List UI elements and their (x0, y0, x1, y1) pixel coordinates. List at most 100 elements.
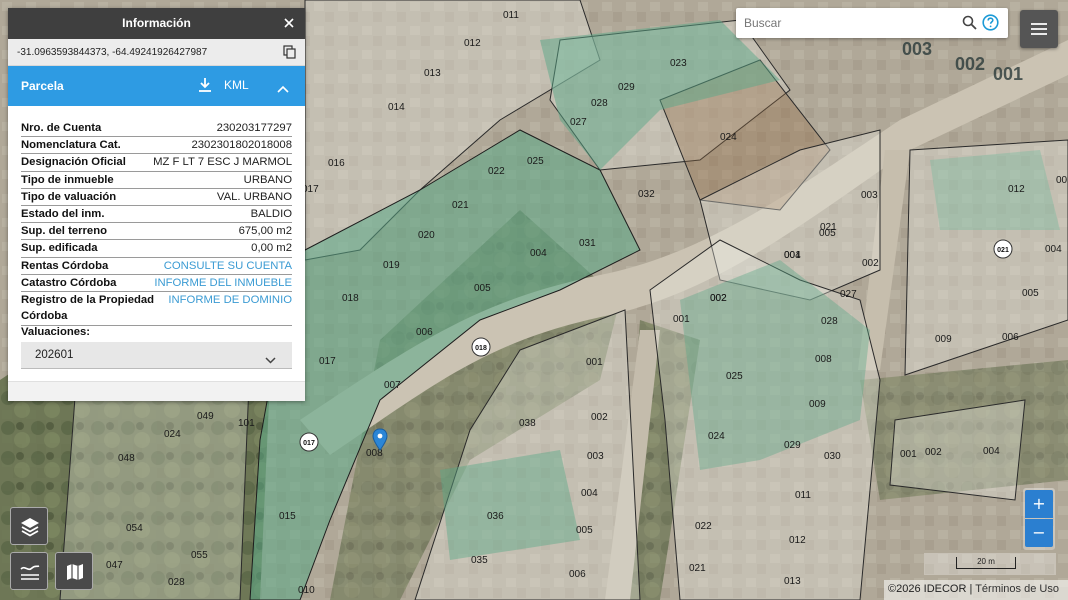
search-input[interactable] (744, 13, 954, 33)
parcel-label: 024 (708, 431, 725, 442)
parcel-label: 029 (618, 82, 635, 93)
terms-link[interactable]: Términos de Uso (975, 583, 1059, 595)
parcel-label: 004 (1045, 244, 1062, 255)
svg-text:017: 017 (303, 440, 315, 447)
parcel-label: 004 (581, 488, 598, 499)
map-icon (67, 564, 83, 580)
parcela-section-header[interactable]: Parcela KML (8, 66, 305, 106)
parcel-label: 011 (795, 490, 811, 501)
parcel-label: 002 (591, 412, 608, 423)
parcel-label: 015 (279, 511, 296, 522)
attribute-value: URBANO (243, 173, 292, 186)
menu-button[interactable] (1020, 10, 1058, 48)
parcel-label: 013 (784, 576, 801, 587)
coordinates-row: -31.0963593844373, -64.49241926427987 (8, 39, 305, 66)
catastro-link[interactable]: INFORME DEL INMUEBLE (154, 275, 292, 291)
close-icon[interactable] (281, 15, 297, 31)
road-marker: 021 (993, 239, 1013, 259)
parcel-label: 021 (452, 200, 469, 211)
attribute-key: Catastro Córdoba (21, 276, 117, 289)
parcel-label: 014 (388, 102, 405, 113)
attribute-key: Designación Oficial (21, 156, 126, 169)
parcel-label: 018 (342, 293, 359, 304)
scale-bar: 20 m (924, 553, 1056, 575)
parcel-label: 024 (164, 429, 181, 440)
registro-link[interactable]: INFORME DE DOMINIO (168, 292, 292, 308)
parcel-label: 031 (579, 238, 596, 249)
parcel-label: 048 (118, 453, 135, 464)
parcel-label: 003 (587, 451, 604, 462)
search-icon[interactable] (962, 15, 977, 35)
attribute-value: VAL. URBANO (216, 190, 292, 203)
chevron-up-icon[interactable] (277, 80, 289, 98)
attribute-value: MZ F LT 7 ESC J MARMOL (153, 156, 292, 169)
attribute-row: Nomenclatura Cat. 2302301802018008 (21, 137, 292, 155)
parcel-label: 038 (519, 418, 536, 429)
layers-button[interactable] (10, 507, 48, 545)
block-label: 002 (955, 54, 985, 74)
parcel-label: 023 (670, 58, 687, 69)
parcel-label: 004 (784, 250, 801, 261)
parcel-label: 001 (673, 314, 690, 325)
menu-icon (1031, 23, 1047, 35)
base-layer-button[interactable] (10, 552, 48, 590)
attribute-row: Registro de la Propiedad Córdoba INFORME… (21, 292, 292, 326)
kml-label: KML (224, 78, 249, 92)
parcel-label: 013 (424, 68, 441, 79)
road-marker: 017 (299, 432, 319, 452)
parcel-label: 001 (900, 449, 917, 460)
attribute-value: 675,00 m2 (238, 225, 292, 238)
parcel-label: 010 (298, 585, 315, 596)
parcel-label: 011 (503, 10, 519, 21)
attribute-key: Sup. del terreno (21, 225, 107, 238)
parcel-label: 012 (464, 38, 481, 49)
rentas-link[interactable]: CONSULTE SU CUENTA (164, 258, 292, 274)
parcel-label: 022 (695, 521, 712, 532)
attribute-key: Registro de la Propiedad Córdoba (21, 293, 155, 322)
parcel-label: 012 (1008, 184, 1025, 195)
parcel-label: 025 (726, 371, 743, 382)
valuaciones-select[interactable]: 202601 (21, 342, 292, 369)
map-view-button[interactable] (55, 552, 93, 590)
parcel-label: 019 (383, 260, 400, 271)
parcel-label: 029 (784, 440, 801, 451)
parcel-attributes: Nro. de Cuenta 230203177297 Nomenclatura… (21, 120, 292, 326)
parcel-label: 035 (471, 555, 488, 566)
info-panel-header: Información (8, 8, 305, 39)
parcel-label: 003 (861, 190, 878, 201)
parcel-label: 032 (638, 189, 655, 200)
svg-text:018: 018 (475, 345, 487, 352)
attribute-row: Sup. edificada 0,00 m2 (21, 240, 292, 258)
parcel-label: 009 (809, 399, 826, 410)
attribute-key: Sup. edificada (21, 242, 98, 255)
block-label: 003 (902, 39, 932, 59)
download-kml-button[interactable]: KML (198, 77, 249, 93)
attribute-value: 2302301802018008 (191, 139, 292, 152)
parcel-label: 017 (319, 356, 336, 367)
info-panel-title: Información (122, 16, 191, 30)
svg-text:021: 021 (997, 247, 1009, 254)
copy-icon[interactable] (283, 45, 297, 60)
parcel-label: 022 (488, 166, 505, 177)
parcel-label: 024 (720, 132, 737, 143)
parcel-label: 055 (191, 550, 208, 561)
valuaciones-label: Valuaciones: (21, 326, 91, 338)
copyright-text: ©2026 IDECOR (888, 583, 967, 595)
layers-icon (21, 518, 39, 537)
attribute-row: Tipo de inmueble URBANO (21, 172, 292, 189)
coordinates-text: -31.0963593844373, -64.49241926427987 (17, 47, 208, 58)
parcel-label: 002 (1056, 175, 1068, 186)
parcel-label: 005 (474, 283, 491, 294)
help-icon[interactable] (982, 14, 999, 36)
attribution: ©2026 IDECOR | Términos de Uso (884, 580, 1068, 600)
attribute-row: Rentas Córdoba CONSULTE SU CUENTA (21, 258, 292, 275)
zoom-in-button[interactable]: + (1025, 490, 1053, 518)
chevron-down-icon (265, 351, 276, 369)
parcel-label: 002 (925, 447, 942, 458)
attribute-row: Designación Oficial MZ F LT 7 ESC J MARM… (21, 154, 292, 172)
parcel-label: 006 (1002, 332, 1019, 343)
attribute-row: Nro. de Cuenta 230203177297 (21, 120, 292, 138)
parcel-label: 028 (168, 577, 185, 588)
parcel-label: 028 (591, 98, 608, 109)
zoom-out-button[interactable]: − (1025, 519, 1053, 547)
